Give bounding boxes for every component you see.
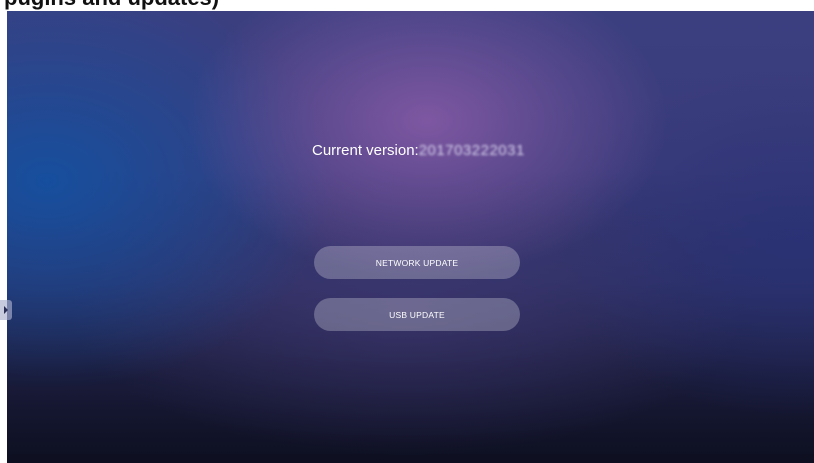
chevron-right-icon: [3, 306, 9, 314]
page: pugins and updates) Current version:2017…: [0, 0, 814, 463]
version-value: 201703222031: [418, 142, 525, 159]
caption-text: pugins and updates): [4, 0, 219, 11]
usb-update-button[interactable]: USB UPDATE: [314, 298, 520, 331]
usb-update-label: USB UPDATE: [389, 309, 445, 320]
network-update-button[interactable]: NETWORK UPDATE: [314, 246, 520, 279]
version-label: Current version:: [312, 142, 419, 159]
current-version: Current version:201703222031: [312, 141, 525, 161]
update-screen: Current version:201703222031 NETWORK UPD…: [7, 11, 814, 463]
caption-strip: pugins and updates): [0, 0, 814, 11]
network-update-label: NETWORK UPDATE: [375, 257, 459, 268]
side-panel-handle[interactable]: [0, 300, 12, 320]
